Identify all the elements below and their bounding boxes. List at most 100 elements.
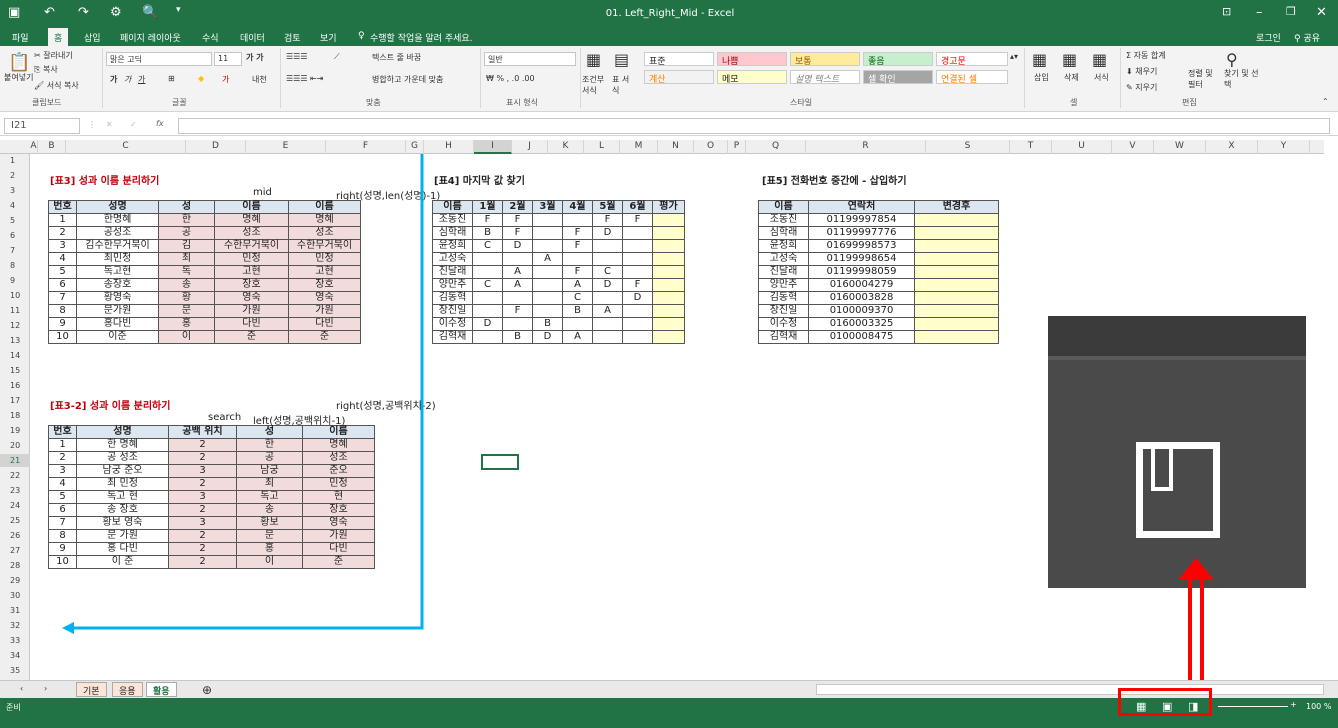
row-header[interactable]: 28 (0, 559, 30, 572)
table-cell[interactable]: 01199997776 (808, 226, 915, 240)
table-cell[interactable] (472, 265, 503, 279)
row-header[interactable]: 20 (0, 439, 30, 452)
tell-me-input[interactable]: 수행할 작업을 알려 주세요. (370, 31, 473, 44)
format-painter-button[interactable]: 🖌 서식 복사 (34, 80, 79, 91)
style-good[interactable]: 좋음 (863, 52, 933, 66)
column-header[interactable]: E (246, 140, 326, 154)
table-cell[interactable] (914, 278, 999, 292)
ribbon-display-icon[interactable]: ⊡ (1222, 5, 1231, 18)
share-button[interactable]: ⚲ 공유 (1294, 31, 1320, 44)
paste-icon[interactable]: 📋 (8, 52, 30, 73)
table-cell[interactable] (914, 330, 999, 344)
row-header[interactable]: 14 (0, 349, 30, 362)
row-header[interactable]: 8 (0, 259, 30, 272)
font-color-icon[interactable]: 가 (222, 74, 229, 85)
row-header[interactable]: 32 (0, 619, 30, 632)
row-header[interactable]: 5 (0, 214, 30, 227)
column-header[interactable]: B (38, 140, 66, 154)
table-cell[interactable]: A (502, 265, 533, 279)
delete-cells-icon[interactable]: ▦ (1062, 50, 1077, 69)
column-header[interactable]: M (620, 140, 658, 154)
sheet-tab-apply[interactable]: 활용 (146, 682, 177, 697)
table-cell[interactable]: D (622, 291, 653, 305)
tab-file[interactable]: 파일 (12, 31, 29, 44)
row-header[interactable]: 16 (0, 379, 30, 392)
horizontal-scrollbar[interactable] (816, 684, 1324, 695)
table-cell[interactable]: 0100009370 (808, 304, 915, 318)
table-cell[interactable] (502, 317, 533, 331)
table-cell[interactable] (652, 239, 685, 253)
table-cell[interactable]: F (472, 213, 503, 227)
row-header[interactable]: 21 (0, 454, 30, 467)
table-cell[interactable]: 진달래 (758, 265, 809, 279)
column-header[interactable]: J (512, 140, 548, 154)
table-cell[interactable]: A (592, 304, 623, 318)
row-header[interactable]: 19 (0, 424, 30, 437)
table-format-icon[interactable]: ▤ (614, 50, 629, 69)
column-header[interactable]: C (66, 140, 186, 154)
table-cell[interactable] (652, 278, 685, 292)
cut-button[interactable]: ✂ 잘라내기 (34, 50, 73, 61)
undo-icon[interactable]: ↶ (44, 5, 55, 20)
autosum-button[interactable]: Σ 자동 합계 (1126, 50, 1166, 61)
find-icon[interactable]: ⚲ (1226, 50, 1238, 69)
save-icon[interactable]: ▣ (8, 5, 20, 20)
table-cell[interactable] (562, 252, 593, 266)
italic-button[interactable]: 가 (124, 74, 131, 85)
bold-button[interactable]: 가 (110, 74, 117, 85)
font-name-select[interactable]: 맑은 고딕 (106, 52, 212, 66)
column-header[interactable]: P (728, 140, 746, 154)
table-cell[interactable]: F (622, 278, 653, 292)
table-cell[interactable] (592, 317, 623, 331)
clear-button[interactable]: ✎ 지우기 (1126, 82, 1157, 93)
table-cell[interactable] (562, 213, 593, 227)
row-header[interactable]: 33 (0, 634, 30, 647)
table-cell[interactable] (472, 304, 503, 318)
table-cell[interactable]: 0160003325 (808, 317, 915, 331)
cancel-icon[interactable]: ✕ (106, 120, 113, 129)
table-cell[interactable] (472, 252, 503, 266)
row-header[interactable]: 13 (0, 334, 30, 347)
table-cell[interactable]: F (502, 304, 533, 318)
align-left-icon[interactable]: ☰☰☰ ⇤⇥ (286, 74, 323, 83)
sheet-tab-basic[interactable]: 기본 (76, 682, 107, 697)
table-cell[interactable] (652, 226, 685, 240)
row-header[interactable]: 30 (0, 589, 30, 602)
table-cell[interactable] (622, 239, 653, 253)
insert-cells-icon[interactable]: ▦ (1032, 50, 1047, 69)
style-check-cell[interactable]: 셀 확인 (863, 70, 933, 84)
table-cell[interactable]: F (502, 213, 533, 227)
row-header[interactable]: 23 (0, 484, 30, 497)
row-header[interactable]: 11 (0, 304, 30, 317)
tab-formulas[interactable]: 수식 (202, 31, 219, 44)
redo-icon[interactable]: ↷ (78, 5, 89, 20)
table-cell[interactable] (622, 226, 653, 240)
row-header[interactable]: 18 (0, 409, 30, 422)
tab-page-layout[interactable]: 페이지 레이아웃 (120, 31, 181, 44)
table-cell[interactable]: 윤정희 (758, 239, 809, 253)
number-format-select[interactable]: 일반 (484, 52, 576, 66)
table-cell[interactable] (652, 330, 685, 344)
row-header[interactable]: 10 (0, 289, 30, 302)
find-select-button[interactable]: 찾기 및 선택 (1224, 68, 1260, 90)
add-sheet-icon[interactable]: ⊕ (202, 683, 212, 697)
table-cell[interactable] (532, 226, 563, 240)
style-explanatory[interactable]: 설명 텍스트 (790, 70, 860, 84)
selected-cell[interactable] (481, 454, 519, 470)
zoom-slider[interactable] (1218, 706, 1288, 707)
sign-in-link[interactable]: 로그인 (1256, 31, 1281, 44)
table-cell[interactable]: A (562, 278, 593, 292)
table-cell[interactable]: 0160003828 (808, 291, 915, 305)
style-calculation[interactable]: 계산 (644, 70, 714, 84)
table-cell[interactable]: 01199998059 (808, 265, 915, 279)
orientation-icon[interactable]: ⟋ (334, 52, 340, 62)
column-header[interactable]: Q (746, 140, 806, 154)
row-header[interactable]: 7 (0, 244, 30, 257)
table-cell[interactable] (914, 317, 999, 331)
maximize-icon[interactable]: ❐ (1286, 5, 1296, 18)
align-top-icon[interactable]: ☰☰☰ (286, 52, 308, 61)
table-cell[interactable] (914, 304, 999, 318)
table-cell[interactable] (562, 317, 593, 331)
table-cell[interactable]: A (532, 252, 563, 266)
font-size-select[interactable]: 11 (214, 52, 242, 66)
